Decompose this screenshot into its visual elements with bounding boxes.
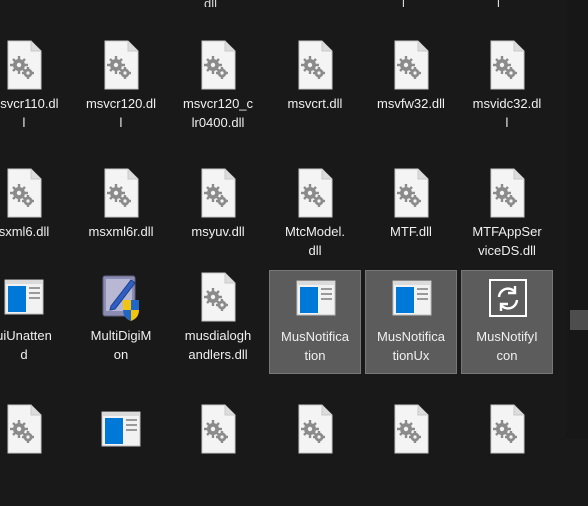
file-name-label: MtcModel. dll bbox=[285, 224, 345, 258]
file-item[interactable]: msvfw32.dll bbox=[365, 38, 457, 142]
file-name-label: msvidc32.dl l bbox=[472, 96, 542, 130]
dll-file-icon bbox=[101, 40, 141, 90]
dll-file-icon bbox=[391, 404, 431, 454]
vertical-scrollbar-track[interactable] bbox=[566, 0, 588, 438]
file-item[interactable]: msvcr110.dll bbox=[0, 38, 70, 142]
file-name-label: MusNotifica tionUx bbox=[377, 329, 445, 363]
dll-file-icon bbox=[198, 40, 238, 90]
file-name-label: MultiDigiM on bbox=[90, 328, 152, 362]
file-name-label: musdialogh andlers.dll bbox=[184, 328, 252, 362]
dll-file-icon bbox=[295, 168, 335, 218]
file-label-cutoff: dll bbox=[204, 0, 217, 7]
file-name-label: MTF.dll bbox=[390, 224, 432, 239]
dll-file-icon bbox=[198, 168, 238, 218]
file-item[interactable]: MTFAppSer viceDS.dll bbox=[461, 166, 553, 270]
file-item[interactable]: MultiDigiM on bbox=[75, 270, 167, 374]
file-explorer-icon-view: dll l l msvcr110.dll bbox=[0, 0, 588, 454]
file-item[interactable]: msyuv.dll bbox=[172, 166, 264, 270]
dll-file-icon bbox=[391, 168, 431, 218]
file-name-label: msxml6r.dll bbox=[88, 224, 154, 239]
file-item[interactable]: MusNotifyI con bbox=[461, 270, 553, 374]
file-item[interactable]: musdialogh andlers.dll bbox=[172, 270, 264, 374]
app-window-icon bbox=[296, 273, 336, 323]
file-name-label: msvcr120.dl l bbox=[85, 96, 157, 130]
file-name-label: sxml6.dll bbox=[0, 224, 50, 239]
vertical-scrollbar-thumb[interactable] bbox=[570, 310, 588, 330]
file-name-label: MTFAppSer viceDS.dll bbox=[472, 224, 542, 258]
file-name-label: MusNotifica tion bbox=[281, 329, 349, 363]
file-item[interactable]: uiUnatten d bbox=[0, 270, 70, 374]
file-name-label: msvcrt.dll bbox=[287, 96, 343, 111]
dll-file-icon bbox=[391, 40, 431, 90]
dll-file-icon bbox=[4, 404, 44, 454]
file-label-cutoff: l bbox=[402, 0, 405, 7]
dll-file-icon bbox=[4, 168, 44, 218]
dll-file-icon bbox=[295, 40, 335, 90]
dll-file-icon bbox=[295, 404, 335, 454]
app-window-icon bbox=[101, 404, 141, 454]
file-item[interactable]: MTF.dll bbox=[365, 166, 457, 270]
file-item[interactable]: MusNotifica tionUx bbox=[365, 270, 457, 374]
file-label-cutoff: l bbox=[497, 0, 500, 7]
file-item[interactable]: sxml6.dll bbox=[0, 166, 70, 270]
file-name-label: msvcr120_c lr0400.dll bbox=[182, 96, 254, 130]
app-window-icon bbox=[4, 272, 44, 322]
file-item[interactable] bbox=[269, 402, 361, 506]
file-item[interactable]: msxml6r.dll bbox=[75, 166, 167, 270]
file-name-label: msvfw32.dll bbox=[377, 96, 445, 111]
file-item[interactable] bbox=[0, 402, 70, 506]
file-item[interactable] bbox=[461, 402, 553, 506]
file-item[interactable]: msvcrt.dll bbox=[269, 38, 361, 142]
dll-file-icon bbox=[198, 272, 238, 322]
app-window-icon bbox=[392, 273, 432, 323]
file-name-label: msyuv.dll bbox=[191, 224, 245, 239]
file-name-label: uiUnatten d bbox=[0, 328, 52, 362]
file-item[interactable] bbox=[365, 402, 457, 506]
file-item[interactable]: MtcModel. dll bbox=[269, 166, 361, 270]
dll-file-icon bbox=[487, 40, 527, 90]
file-item[interactable] bbox=[172, 402, 264, 506]
dll-file-icon bbox=[487, 168, 527, 218]
file-item[interactable]: msvcr120.dl l bbox=[75, 38, 167, 142]
file-item[interactable]: msvidc32.dl l bbox=[461, 38, 553, 142]
pen-shield-icon bbox=[101, 272, 141, 322]
sync-icon bbox=[488, 273, 528, 323]
file-item[interactable]: MusNotifica tion bbox=[269, 270, 361, 374]
file-name-label: msvcr110.dll bbox=[0, 96, 59, 130]
dll-file-icon bbox=[101, 168, 141, 218]
file-item[interactable] bbox=[75, 402, 167, 506]
dll-file-icon bbox=[198, 404, 238, 454]
dll-file-icon bbox=[4, 40, 44, 90]
file-name-label: MusNotifyI con bbox=[476, 329, 538, 363]
dll-file-icon bbox=[487, 404, 527, 454]
file-item[interactable]: msvcr120_c lr0400.dll bbox=[172, 38, 264, 142]
